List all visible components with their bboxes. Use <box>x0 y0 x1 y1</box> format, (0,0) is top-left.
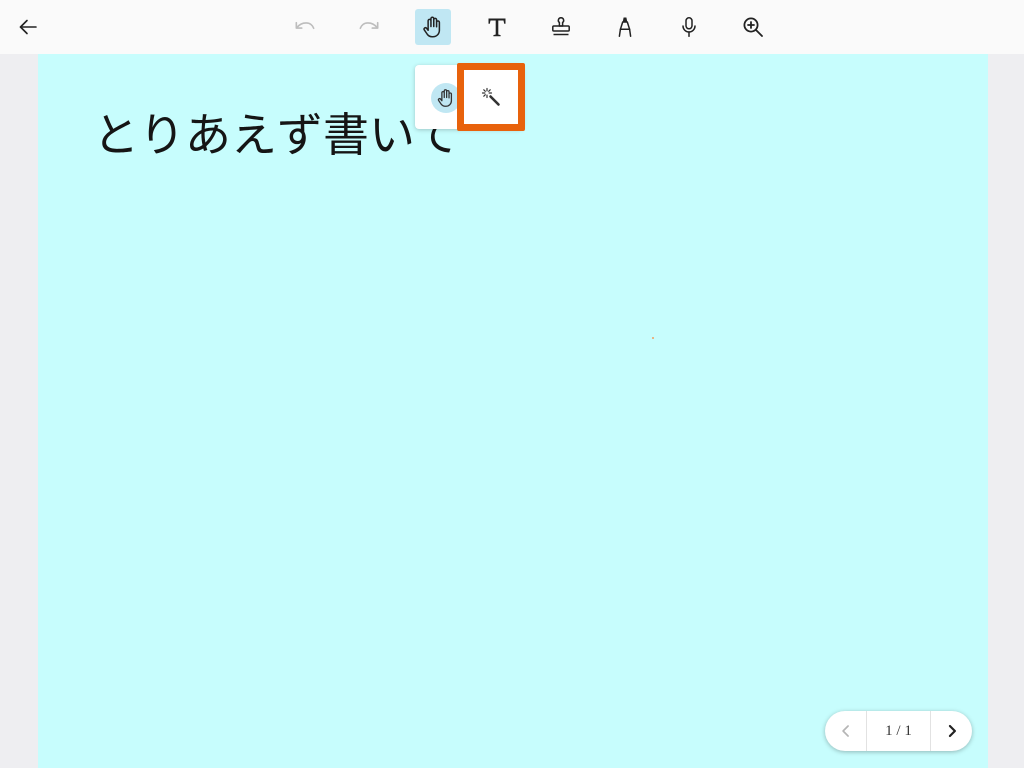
page-text: とりあえず書いて <box>93 108 460 162</box>
microphone-icon <box>682 17 696 37</box>
zoom-button[interactable] <box>735 9 771 45</box>
note-page[interactable]: とりあえず書いて <box>38 54 988 768</box>
zoom-in-icon <box>743 17 763 37</box>
chevron-left-icon <box>841 725 849 737</box>
page-navigator: 1 / 1 <box>825 711 972 751</box>
tool-group <box>287 9 771 45</box>
arrow-left-icon <box>19 19 37 35</box>
next-page-button[interactable] <box>931 711 972 751</box>
prev-page-button[interactable] <box>825 711 866 751</box>
hand-tool-button[interactable] <box>415 9 451 45</box>
stamp-icon <box>552 17 570 36</box>
stamp-tool-button[interactable] <box>543 9 579 45</box>
page-indicator: 1 / 1 <box>885 722 912 739</box>
hand-tool-submenu <box>415 63 525 131</box>
pen-tool-button[interactable] <box>607 9 643 45</box>
marker-pen-icon <box>618 17 632 37</box>
text-tool-icon <box>488 18 506 37</box>
hand-icon <box>437 89 453 107</box>
back-button[interactable] <box>10 9 46 45</box>
submenu-magic-wand-button[interactable] <box>457 63 525 131</box>
magic-wand-icon <box>481 87 500 106</box>
chevron-right-icon <box>948 724 956 738</box>
undo-button[interactable] <box>287 9 323 45</box>
text-tool-button[interactable] <box>479 9 515 45</box>
redo-icon <box>359 21 379 30</box>
undo-icon <box>295 21 315 30</box>
redo-button[interactable] <box>351 9 387 45</box>
voice-record-button[interactable] <box>671 9 707 45</box>
top-toolbar <box>0 0 1024 54</box>
cursor-dot <box>652 337 654 339</box>
hand-icon <box>423 16 441 38</box>
